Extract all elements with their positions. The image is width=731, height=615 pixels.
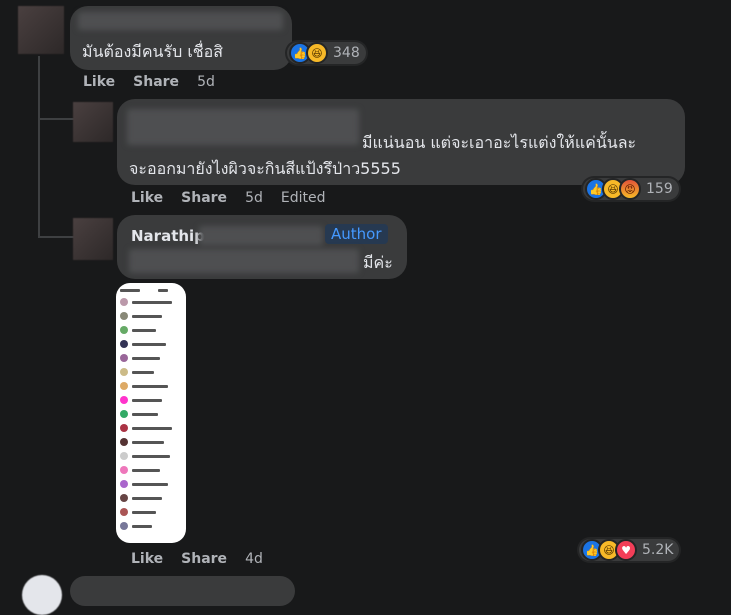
thread-branch <box>38 236 74 238</box>
avatar[interactable] <box>18 6 64 54</box>
share-button[interactable]: Share <box>181 190 227 206</box>
comment-actions: Like Share 5d <box>83 74 215 90</box>
comment-text-line: จะออกมายังไงผิวจะกินสีแป้งรึป่าว5555 <box>129 159 401 178</box>
reaction-count: 5.2K <box>642 542 674 558</box>
comment-text: มันต้องมีคนรับ เชื่อสิ <box>82 42 224 61</box>
reaction-summary[interactable]: 👍 😆 😡 159 <box>583 178 679 200</box>
avatar[interactable] <box>22 575 62 615</box>
comment-actions: Like Share 5d Edited <box>131 190 325 206</box>
angry-reaction-icon: 😡 <box>619 178 641 200</box>
comment-bubble: Narathip Author มีค่ะ <box>117 215 407 279</box>
commenter-name[interactable]: Narathip <box>131 227 205 245</box>
reaction-summary[interactable]: 👍 😆 348 <box>287 42 366 64</box>
share-button[interactable]: Share <box>133 74 179 90</box>
thread-line <box>38 56 40 238</box>
timestamp[interactable]: 5d <box>197 74 215 90</box>
comment-text-redacted <box>129 249 359 273</box>
comment-bubble: มันต้องมีคนรับ เชื่อสิ <box>70 6 292 70</box>
timestamp[interactable]: 5d <box>245 190 263 206</box>
like-button[interactable]: Like <box>131 190 163 206</box>
like-button[interactable]: Like <box>131 551 163 567</box>
love-reaction-icon: ♥ <box>615 539 637 561</box>
commenter-name-redacted <box>78 12 283 30</box>
comment-bubble: มีแน่นอน แต่จะเอาอะไรแต่งให้แค่นั้นละ จะ… <box>117 99 685 185</box>
comment-text-line: มีแน่นอน แต่จะเอาอะไรแต่งให้แค่นั้นละ <box>362 133 637 152</box>
like-button[interactable]: Like <box>83 74 115 90</box>
timestamp[interactable]: 4d <box>245 551 263 567</box>
author-badge: Author <box>325 224 388 244</box>
commenter-name-redacted <box>127 109 359 145</box>
comment-text: มีค่ะ <box>363 253 393 272</box>
thread-branch <box>38 118 74 120</box>
image-attachment[interactable] <box>116 283 186 543</box>
reaction-summary[interactable]: 👍 😆 ♥ 5.2K <box>579 539 680 561</box>
commenter-name-redacted <box>199 226 323 246</box>
reaction-count: 348 <box>333 45 360 61</box>
avatar[interactable] <box>73 102 113 142</box>
edited-label: Edited <box>280 190 326 206</box>
haha-reaction-icon: 😆 <box>306 42 328 64</box>
avatar[interactable] <box>73 218 113 260</box>
share-button[interactable]: Share <box>181 551 227 567</box>
reaction-count: 159 <box>646 181 673 197</box>
comment-actions: Like Share 4d <box>131 551 263 567</box>
